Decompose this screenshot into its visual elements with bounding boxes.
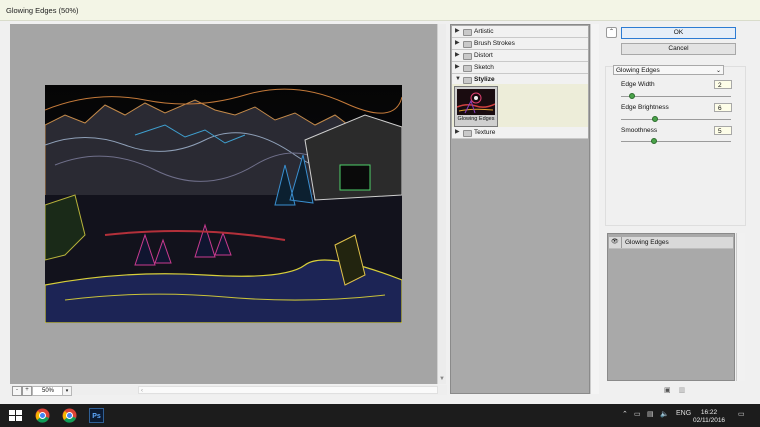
scroll-left-icon[interactable]: ‹: [141, 388, 143, 394]
category-sketch[interactable]: ▶ Sketch: [452, 62, 588, 74]
category-label: Sketch: [474, 64, 494, 71]
folder-icon: [463, 77, 472, 84]
scroll-down-icon[interactable]: ▼: [439, 376, 445, 382]
layer-actions: ▣ ▥: [664, 386, 685, 394]
expand-arrow-icon: ▶: [455, 64, 460, 70]
preview-vertical-scrollbar[interactable]: ▼: [437, 24, 446, 384]
edge-brightness-input[interactable]: 6: [714, 103, 732, 112]
category-distort[interactable]: ▶ Distort: [452, 50, 588, 62]
network-icon[interactable]: ▤: [647, 410, 654, 418]
preview-area[interactable]: [10, 24, 437, 384]
slider-knob[interactable]: [652, 116, 658, 122]
ok-button[interactable]: OK: [621, 27, 736, 39]
windows-start-icon[interactable]: [8, 408, 23, 423]
divider: [621, 237, 622, 248]
expand-arrow-icon: ▶: [455, 40, 460, 46]
chrome-icon[interactable]: [62, 408, 77, 423]
stylize-thumbnails: Glowing Edges: [452, 84, 588, 128]
category-texture[interactable]: ▶ Texture: [452, 127, 588, 139]
filter-select-value: Glowing Edges: [616, 67, 660, 74]
clock-time: 16:22: [700, 409, 718, 416]
category-label: Texture: [474, 129, 496, 136]
trash-icon[interactable]: ▥: [679, 387, 686, 394]
category-label: Distort: [474, 52, 493, 59]
battery-icon[interactable]: ▭: [634, 410, 641, 418]
speaker-icon[interactable]: 🔈: [660, 410, 669, 418]
preview-image: [45, 85, 402, 323]
settings-panel: [605, 66, 746, 226]
edge-brightness-slider[interactable]: [621, 116, 731, 122]
effect-layer-item[interactable]: 👁 Glowing Edges: [609, 237, 733, 249]
category-label: Brush Strokes: [474, 40, 515, 47]
category-brush-strokes[interactable]: ▶ Brush Strokes: [452, 38, 588, 50]
smoothness-label: Smoothness: [621, 127, 658, 134]
folder-icon: [463, 29, 472, 36]
thumbnail-image: [457, 89, 495, 115]
slider-knob[interactable]: [629, 93, 635, 99]
chevron-down-icon: ⌄: [715, 68, 721, 74]
title-bar: Glowing Edges (50%): [0, 0, 760, 21]
chrome-icon[interactable]: [35, 408, 50, 423]
smoothness-slider[interactable]: [621, 138, 731, 144]
zoom-in-button[interactable]: +: [22, 386, 32, 396]
collapse-arrow-icon: ⌃: [608, 29, 615, 35]
show-hidden-icons-icon[interactable]: ⌃: [622, 410, 628, 418]
preview-zoom-bar: - + 50% ▾ ‹: [10, 385, 447, 396]
category-artistic[interactable]: ▶ Artistic: [452, 26, 588, 38]
category-label: Artistic: [474, 28, 494, 35]
thumbnail-label: Glowing Edges: [457, 116, 495, 122]
new-layer-icon[interactable]: ▣: [664, 387, 671, 394]
clock-date: 02/11/2016: [693, 417, 726, 424]
preview-horizontal-scrollbar[interactable]: ‹: [138, 386, 438, 394]
folder-icon: [463, 65, 472, 72]
zoom-level-field[interactable]: 50%: [32, 386, 64, 396]
edge-width-label: Edge Width: [621, 81, 655, 88]
zoom-out-button[interactable]: -: [12, 386, 22, 396]
notification-icon[interactable]: ▭: [738, 410, 745, 418]
collapse-browser-button[interactable]: ⌃: [606, 27, 617, 38]
clock[interactable]: 16:22 02/11/2016: [693, 409, 725, 425]
filter-gallery-dialog: Glowing Edges (50%) ▼ - + 50% ▾ ‹ ▶ Arti…: [0, 0, 760, 404]
slider-knob[interactable]: [651, 138, 657, 144]
expand-arrow-icon: ▶: [455, 129, 460, 135]
window-title: Glowing Edges (50%): [6, 6, 79, 15]
folder-icon: [463, 53, 472, 60]
expand-arrow-icon: ▶: [455, 28, 460, 34]
photoshop-icon[interactable]: Ps: [89, 408, 104, 423]
thumbnail-glowing-edges[interactable]: Glowing Edges: [454, 86, 498, 127]
language-indicator[interactable]: ENG: [676, 410, 691, 417]
effect-layer-label: Glowing Edges: [625, 239, 669, 246]
layers-scrollbar[interactable]: [736, 233, 745, 381]
windows-taskbar: Ps ⌃ ▭ ▤ 🔈 ENG 16:22 02/11/2016 ▭: [0, 404, 760, 427]
folder-icon: [463, 130, 472, 137]
edge-width-input[interactable]: 2: [714, 80, 732, 89]
smoothness-input[interactable]: 5: [714, 126, 732, 135]
browser-scrollbar[interactable]: [590, 24, 599, 394]
filter-select[interactable]: Glowing Edges ⌄: [613, 65, 724, 75]
folder-icon: [463, 41, 472, 48]
expand-arrow-icon: ▶: [455, 52, 460, 58]
edge-brightness-label: Edge Brightness: [621, 104, 669, 111]
filter-browser: ▶ Artistic ▶ Brush Strokes ▶ Distort ▶ S…: [450, 24, 590, 394]
edge-width-slider[interactable]: [621, 93, 731, 99]
eye-icon[interactable]: 👁: [611, 239, 619, 245]
cancel-button[interactable]: Cancel: [621, 43, 736, 55]
zoom-dropdown-button[interactable]: ▾: [62, 386, 72, 396]
effect-layers-panel: 👁 Glowing Edges: [607, 233, 735, 381]
